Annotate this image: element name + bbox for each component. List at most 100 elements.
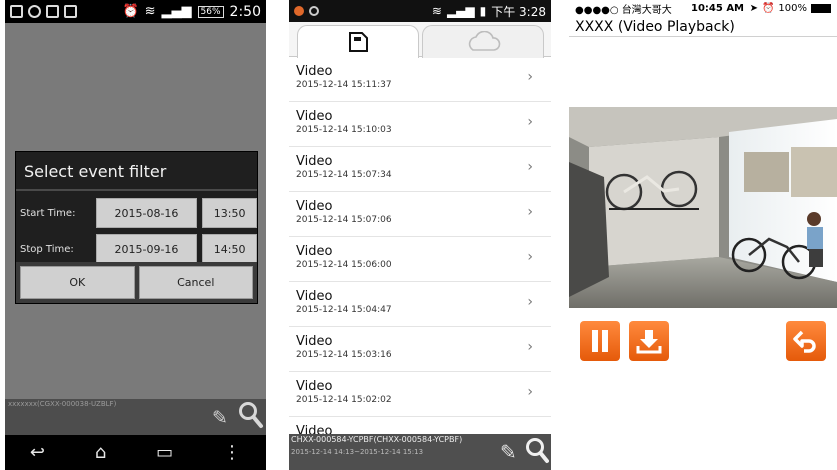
device-name: CHXX-000584-YCPBF(CHXX-000584-YCPBF)	[291, 435, 463, 444]
android-nav-bar: ↩ ⌂ ▭ ⋮	[5, 435, 266, 470]
image-icon	[46, 5, 59, 18]
android-video-list-screen: ≋ ▂▄▆ ▮ 下午 3:28 Video 2015-12-14 15:11:3…	[289, 0, 551, 470]
chevron-right-icon: ›	[527, 294, 533, 310]
video-date: 2015-12-14 15:11:37	[296, 80, 392, 90]
device-name: xxxxxxx(CGXX-000038-UZBLF)	[8, 400, 117, 408]
ok-button[interactable]: OK	[20, 266, 135, 299]
sd-card-icon	[349, 32, 368, 52]
battery-icon: ▮	[479, 4, 487, 18]
video-date: 2015-12-14 15:06:00	[296, 260, 392, 270]
list-item[interactable]: Video 2015-12-14 15:06:00 ›	[289, 237, 551, 282]
back-button[interactable]	[786, 321, 826, 361]
stop-time-button[interactable]: 14:50	[202, 234, 258, 264]
dialog-title: Select event filter	[24, 162, 167, 181]
chevron-right-icon: ›	[527, 114, 533, 130]
carrier: ●●●●○ 台灣大哥大	[575, 5, 672, 16]
status-time: 10:45 AM	[691, 3, 745, 14]
cancel-button[interactable]: Cancel	[138, 266, 253, 299]
start-time-label: Start Time:	[20, 207, 76, 219]
location-icon: ➤	[749, 3, 758, 14]
status-time: 下午 3:28	[491, 4, 546, 19]
video-title: Video	[296, 244, 333, 259]
chevron-right-icon: ›	[527, 204, 533, 220]
undo-arrow-icon	[793, 330, 816, 353]
sync-icon	[309, 6, 319, 16]
wifi-icon: ≋	[144, 4, 156, 19]
chevron-right-icon: ›	[527, 249, 533, 265]
edit-icon[interactable]: ✎	[212, 407, 228, 429]
video-title: Video	[296, 109, 333, 124]
list-item[interactable]: Video 2015-12-14 15:07:34 ›	[289, 147, 551, 192]
start-time-button[interactable]: 13:50	[202, 198, 258, 228]
battery-indicator: 56%	[197, 5, 224, 18]
chevron-right-icon: ›	[527, 69, 533, 85]
battery-percent: 100%	[778, 3, 807, 14]
stop-date-button[interactable]: 2015-09-16	[95, 234, 198, 264]
back-icon[interactable]: ↩	[30, 442, 45, 463]
status-bar: ●●●●○ 台灣大哥大 10:45 AM ➤ ⏰ 100%	[569, 0, 837, 17]
event-filter-dialog: Select event filter Start Time: 2015-08-…	[15, 151, 258, 304]
battery-icon	[811, 4, 831, 13]
video-date: 2015-12-14 15:02:02	[296, 395, 392, 405]
app-notification-icon	[294, 6, 304, 16]
chevron-right-icon: ›	[527, 339, 533, 355]
alarm-icon: ⏰	[122, 4, 139, 19]
search-icon[interactable]	[525, 437, 549, 469]
list-item[interactable]: Video 2015-12-14 15:10:03 ›	[289, 102, 551, 147]
mail-icon	[64, 5, 77, 18]
signal-icon: ▂▄▆	[446, 4, 475, 18]
video-player[interactable]	[569, 107, 837, 308]
pause-icon	[592, 330, 608, 352]
ios-video-playback-screen: ●●●●○ 台灣大哥大 10:45 AM ➤ ⏰ 100% XXXX (Vide…	[569, 0, 837, 470]
video-list: Video 2015-12-14 15:11:37 › Video 2015-1…	[289, 57, 551, 462]
video-title: Video	[296, 289, 333, 304]
download-button[interactable]	[629, 321, 669, 361]
pause-button[interactable]	[580, 321, 620, 361]
video-title: Video	[296, 199, 333, 214]
android-event-filter-screen: ⏰ ≋ ▂▄▆ 56% 2:50 Select event filter Sta…	[5, 0, 266, 470]
alarm-icon: ⏰	[761, 3, 775, 14]
list-item[interactable]: Video 2015-12-14 15:03:16 ›	[289, 327, 551, 372]
wifi-icon: ≋	[431, 4, 442, 18]
page-title: XXXX (Video Playback)	[569, 17, 837, 37]
home-icon[interactable]: ⌂	[95, 442, 106, 463]
playback-controls	[569, 321, 837, 361]
menu-icon[interactable]: ⋮	[223, 442, 241, 463]
sync-icon	[28, 5, 41, 18]
tab-cloud[interactable]	[422, 25, 544, 58]
divider	[16, 189, 257, 191]
time-range: 2015-12-14 14:13~2015-12-14 15:13	[291, 448, 424, 456]
video-title: Video	[296, 64, 333, 79]
start-time-row: Start Time: 2015-08-16 13:50	[16, 195, 258, 231]
video-title: Video	[296, 334, 333, 349]
status-bar: ⏰ ≋ ▂▄▆ 56% 2:50	[5, 0, 266, 23]
video-date: 2015-12-14 15:07:06	[296, 215, 392, 225]
video-date: 2015-12-14 15:03:16	[296, 350, 392, 360]
dialog-actions: OK Cancel	[16, 262, 257, 303]
status-bar: ≋ ▂▄▆ ▮ 下午 3:28	[289, 0, 551, 22]
list-item[interactable]: Video 2015-12-14 15:02:02 ›	[289, 372, 551, 417]
chevron-right-icon: ›	[527, 159, 533, 175]
chevron-right-icon: ›	[527, 384, 533, 400]
garage-video-frame	[569, 107, 837, 308]
edit-icon[interactable]: ✎	[500, 440, 517, 464]
storage-tabs	[289, 22, 551, 58]
download-icon	[636, 330, 662, 354]
search-icon[interactable]	[238, 401, 264, 433]
start-date-button[interactable]: 2015-08-16	[95, 198, 198, 228]
device-bar: xxxxxxx(CGXX-000038-UZBLF) ✎	[5, 399, 266, 435]
status-time: 2:50	[229, 3, 261, 20]
video-date: 2015-12-14 15:10:03	[296, 125, 392, 135]
stop-time-label: Stop Time:	[20, 243, 74, 255]
video-title: Video	[296, 379, 333, 394]
tab-sd-card[interactable]	[297, 25, 419, 58]
list-item[interactable]: Video 2015-12-14 15:11:37 ›	[289, 57, 551, 102]
recent-apps-icon[interactable]: ▭	[156, 442, 173, 463]
sim-icon	[10, 5, 23, 18]
list-item[interactable]: Video 2015-12-14 15:07:06 ›	[289, 192, 551, 237]
list-item[interactable]: Video 2015-12-14 15:04:47 ›	[289, 282, 551, 327]
video-title: Video	[296, 154, 333, 169]
video-date: 2015-12-14 15:04:47	[296, 305, 392, 315]
cloud-icon	[468, 31, 501, 51]
device-bar: CHXX-000584-YCPBF(CHXX-000584-YCPBF) 201…	[289, 434, 551, 470]
